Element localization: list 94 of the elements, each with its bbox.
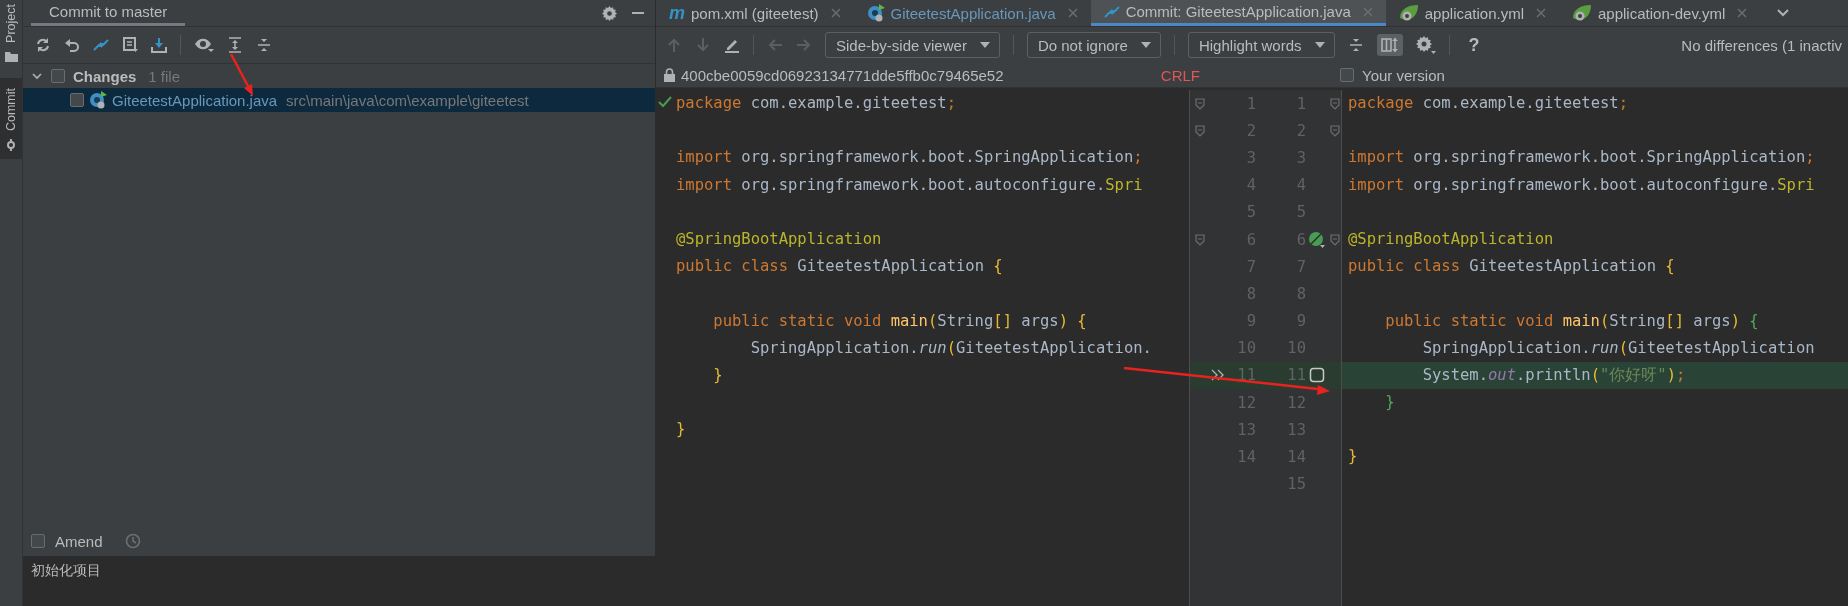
settings-icon[interactable] (1415, 36, 1436, 54)
pencil-icon[interactable] (724, 37, 740, 53)
code-line: @SpringBootApplication (676, 229, 882, 248)
collapse-all-icon[interactable] (256, 37, 272, 53)
changelist-name: Changes (73, 67, 137, 85)
eye-icon[interactable] (194, 37, 214, 53)
dropdown[interactable]: Highlight words (1187, 32, 1335, 58)
annotation-arrow (229, 53, 253, 96)
code-line: } (1385, 393, 1395, 412)
download-icon[interactable] (151, 37, 167, 53)
undo-icon[interactable] (64, 37, 80, 53)
close-icon[interactable] (1737, 8, 1748, 18)
close-icon[interactable] (1362, 6, 1373, 17)
tool-window-tab[interactable]: Project (0, 0, 22, 70)
checkbox[interactable] (31, 534, 45, 548)
code-line: package com.example.giteetest; (676, 94, 956, 112)
double-chevron-icon[interactable] (1211, 369, 1225, 382)
help-button[interactable]: ? (1462, 34, 1486, 56)
code-line: System.out.println("你好呀"); (1422, 365, 1686, 384)
arrow-up-icon[interactable] (666, 37, 682, 53)
checkbox-label: Amend (55, 532, 103, 550)
code-line: SpringApplication.run(GiteetestApplication. (750, 338, 1152, 357)
status-text: No differences (1 inactiv (1681, 36, 1842, 54)
code-line: import org.springframework.boot.SpringApplication; (676, 148, 1143, 167)
editor-tab[interactable]: application.yml (1385, 0, 1559, 26)
code-line: public class GiteetestApplication { (1348, 257, 1675, 276)
caret-icon (1313, 41, 1326, 49)
checkbox-label: Your version (1362, 66, 1445, 84)
spring-class-icon (89, 91, 107, 109)
dropdown[interactable]: Side-by-side viewer (825, 32, 1000, 58)
bean-icon[interactable] (1308, 230, 1326, 249)
clock-icon[interactable] (124, 533, 141, 549)
tool-window-tab[interactable]: Commit (0, 77, 22, 159)
check-icon (658, 96, 672, 108)
line-separator: CRLF (1160, 66, 1200, 84)
checkbox-icon[interactable] (1309, 367, 1325, 384)
code-line: public static void main(String[] args) { (713, 311, 1087, 330)
close-icon[interactable] (1536, 8, 1546, 18)
leaf-icon (1572, 4, 1592, 22)
settings-icon[interactable] (602, 5, 617, 21)
code-line: import org.springframework.boot.autoconfigure.Spri (1348, 175, 1815, 194)
spring-class-icon (866, 4, 885, 22)
maven-icon: m (669, 2, 685, 24)
code-line: import org.springframework.boot.autoconfigure.Spri (676, 175, 1143, 194)
code-line: SpringApplication.run(GiteetestApplication (1422, 338, 1815, 357)
leaf-icon (1398, 4, 1419, 22)
close-icon[interactable] (830, 8, 841, 18)
collapse-icon[interactable] (1347, 37, 1364, 53)
file-name: GiteetestApplication.java (112, 91, 278, 109)
editor-tab[interactable]: Commit: GiteetestApplication.java (1090, 0, 1386, 26)
file-row[interactable]: GiteetestApplication.java src\main\java\com\example\giteetest (23, 88, 655, 112)
fold-icon[interactable] (1330, 97, 1340, 110)
code-line: } (1348, 447, 1358, 466)
checkbox[interactable] (70, 93, 84, 107)
editor-tab[interactable]: m pom.xml (giteetest) (656, 0, 854, 26)
shelf-icon[interactable] (122, 37, 138, 53)
code-line: } (676, 420, 686, 439)
code-line: public static void main(String[] args) { (1385, 311, 1759, 330)
close-icon[interactable] (1067, 8, 1078, 18)
editor-tab[interactable]: GiteetestApplication.java (853, 0, 1091, 26)
chevron-down-icon[interactable] (1776, 8, 1791, 18)
compare-icon[interactable] (93, 37, 109, 53)
fold-icon[interactable] (1330, 124, 1340, 137)
lock-icon (664, 68, 675, 82)
sync-scroll-toggle[interactable] (1376, 34, 1403, 56)
commit-icon (5, 138, 17, 151)
commit-message-field[interactable]: 初始化项目 (23, 556, 655, 606)
code-line: public class GiteetestApplication { (676, 257, 1003, 276)
caret-icon (978, 41, 991, 49)
code-line: import org.springframework.boot.SpringApplication; (1348, 148, 1815, 167)
file-path: src\main\java\com\example\giteetest (286, 91, 529, 109)
dropdown[interactable]: Do not ignore (1026, 32, 1161, 58)
arrow-left-icon[interactable] (767, 37, 783, 53)
folder-icon (4, 50, 18, 62)
compare-icon (1103, 3, 1120, 20)
file-count: 1 file (148, 67, 181, 85)
fold-icon[interactable] (1330, 233, 1340, 246)
checkbox[interactable] (51, 69, 65, 83)
checkbox[interactable] (1340, 68, 1354, 82)
fold-icon[interactable] (1195, 233, 1205, 246)
code-line: @SpringBootApplication (1348, 229, 1554, 248)
chevron-icon[interactable] (31, 70, 43, 82)
editor-tab[interactable]: application-dev.yml (1559, 0, 1761, 26)
fold-icon[interactable] (1195, 124, 1205, 137)
caret-icon (1139, 41, 1152, 49)
code-line: } (713, 365, 723, 384)
revision-hash: 400cbe0059cd06923134771dde5ffb0c79465e52 (681, 66, 1004, 84)
arrow-down-icon[interactable] (695, 37, 711, 53)
arrow-right-icon[interactable] (796, 37, 812, 53)
code-line: package com.example.giteetest; (1348, 94, 1628, 112)
expand-all-icon[interactable] (227, 37, 243, 53)
refresh-icon[interactable] (35, 37, 51, 53)
fold-icon[interactable] (1195, 97, 1205, 110)
panel-title-tab[interactable]: Commit to master (31, 0, 186, 26)
